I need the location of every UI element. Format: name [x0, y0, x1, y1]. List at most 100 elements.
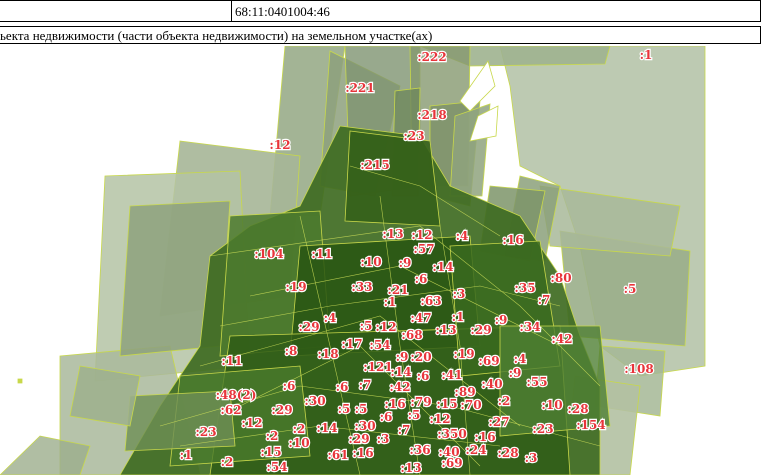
parcel-label: :5: [355, 402, 368, 416]
parcel-label: :6: [417, 369, 430, 383]
scheme-subtitle: ьекта недвижимости (части объекта недвиж…: [0, 28, 433, 43]
parcel-label: :3: [453, 287, 466, 301]
parcel-label: :19: [453, 347, 474, 361]
parcel-label: :19: [285, 280, 306, 294]
parcel-label: :30: [354, 419, 375, 433]
subtitle-row: ьекта недвижимости (части объекта недвиж…: [0, 26, 761, 44]
parcel-label: :20: [410, 350, 431, 364]
parcel-label: :68: [401, 328, 422, 342]
parcel-label: :35: [514, 281, 535, 295]
parcel-label: :9: [509, 366, 522, 380]
parcel-label: :6: [415, 272, 428, 286]
parcel-label: :12: [411, 228, 432, 242]
parcel-label: :30: [304, 394, 325, 408]
parcel-label: :5: [338, 402, 351, 416]
cadastral-number-row: 68:11:0401004:46: [0, 0, 761, 22]
parcel-label: :15: [436, 397, 457, 411]
parcel-label: :7: [398, 423, 411, 437]
parcel-label: :7: [359, 378, 372, 392]
parcel-label: :18: [317, 347, 338, 361]
map-background-polygons: [0, 46, 706, 475]
parcel-label: :42: [551, 332, 572, 346]
parcel-label: :6: [380, 410, 393, 424]
parcel-label: :80: [550, 271, 571, 285]
parcel-label: :12: [375, 320, 396, 334]
parcel-label: :55: [526, 375, 547, 389]
parcel-label: :23: [195, 425, 216, 439]
parcel-label: :12: [269, 138, 290, 152]
parcel-label: :28: [567, 402, 588, 416]
parcel-label: :16: [502, 233, 523, 247]
parcel-label: :9: [495, 313, 508, 327]
parcel-label: :14: [432, 260, 453, 274]
parcel-label: :10: [360, 255, 381, 269]
parcel-label: :9: [399, 256, 412, 270]
parcel-label: :69: [478, 354, 499, 368]
parcel-label: :14: [390, 365, 411, 379]
parcel-label: :121: [363, 360, 392, 374]
parcel-label: :29: [348, 432, 369, 446]
parcel-label: :12: [429, 412, 450, 426]
parcel-label: :1: [384, 295, 397, 309]
parcel-label: :4: [324, 311, 337, 325]
parcel-label: :23: [532, 422, 553, 436]
parcel-label: :61: [327, 448, 348, 462]
parcel-label: :218: [417, 108, 446, 122]
parcel-label: :27: [488, 415, 509, 429]
parcel-label: :3: [525, 451, 538, 465]
parcel-label: :2: [266, 429, 279, 443]
parcel-label: :221: [345, 81, 374, 95]
parcel-label: :8: [285, 344, 298, 358]
cadastral-number: 68:11:0401004:46: [235, 4, 330, 19]
cadastral-map[interactable]: :222:1:221:218:23:12:215:13:12:4:16:57:1…: [0, 46, 761, 475]
parcel-label: :2: [293, 422, 306, 436]
parcel-label: :48(2): [216, 388, 257, 402]
parcel-label: :9: [396, 350, 409, 364]
parcel-label: :4: [514, 352, 527, 366]
parcel-label: :24: [465, 443, 486, 457]
parcel-label: :34: [519, 320, 540, 334]
parcel-label: :33: [351, 280, 372, 294]
parcel-label: :2: [498, 394, 511, 408]
parcel-label: :11: [221, 354, 242, 368]
parcel-label: :10: [541, 398, 562, 412]
parcel-label: :54: [266, 460, 287, 474]
parcel-label: :14: [316, 421, 337, 435]
parcel-label: :3: [377, 432, 390, 446]
parcel-label: :28: [497, 446, 518, 460]
parcel-label: :15: [260, 445, 281, 459]
parcel-label: :16: [474, 430, 495, 444]
parcel-label: :16: [352, 446, 373, 460]
parcel-label: :5: [624, 282, 637, 296]
parcel-label: :215: [360, 158, 389, 172]
parcel-label: :104: [254, 247, 283, 261]
parcel-label: :29: [298, 320, 319, 334]
parcel-label: :350: [437, 427, 466, 441]
parcel-label: :36: [409, 443, 430, 457]
parcel-label: :222: [417, 50, 446, 64]
parcel-label: :7: [538, 293, 551, 307]
parcel-label: :108: [624, 362, 653, 376]
parcel-label: :69: [441, 456, 462, 470]
parcel-label: :5: [360, 319, 373, 333]
parcel-label: :40: [481, 377, 502, 391]
parcel-label: :23: [403, 129, 424, 143]
parcel-label: :12: [241, 416, 262, 430]
parcel-label: :47: [410, 311, 431, 325]
parcel-label: :62: [220, 403, 241, 417]
parcel-label: :57: [413, 242, 434, 256]
parcel-label: :5: [408, 408, 421, 422]
parcel-label: :6: [336, 380, 349, 394]
parcel-label: :29: [271, 403, 292, 417]
parcel-label: :17: [341, 337, 362, 351]
parcel-label: :29: [470, 323, 491, 337]
parcel-label: :1: [452, 310, 465, 324]
parcel-label: :79: [410, 395, 431, 409]
parcel-label: :13: [435, 323, 456, 337]
parcel-label: :11: [311, 247, 332, 261]
parcel-label: :154: [576, 418, 605, 432]
parcel-label: :13: [382, 227, 403, 241]
parcel-label: :13: [400, 461, 421, 475]
parcel-label: :41: [441, 368, 462, 382]
parcel-label: :2: [221, 455, 234, 469]
